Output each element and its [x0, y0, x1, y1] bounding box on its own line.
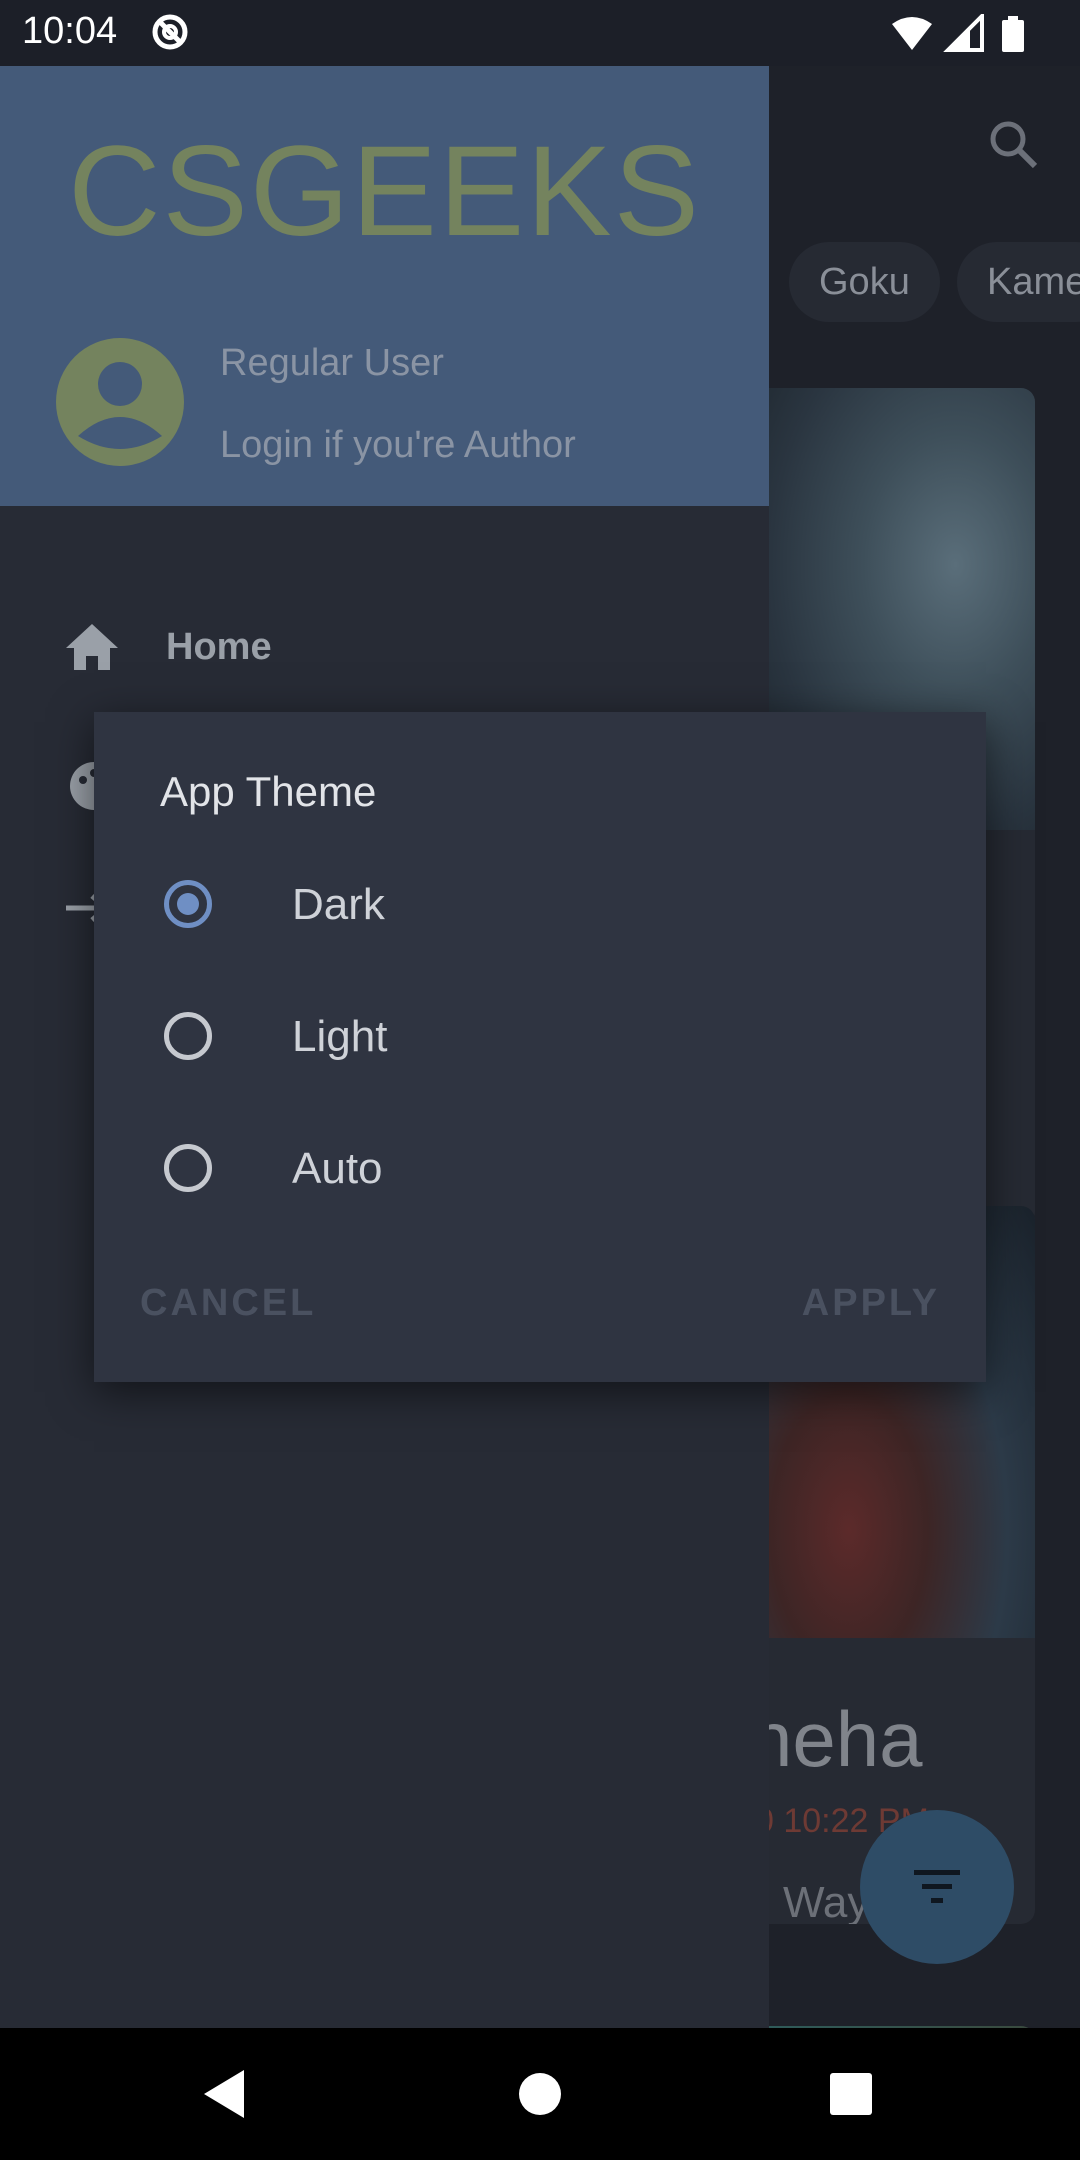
option-label: Auto: [292, 1144, 383, 1193]
search-icon[interactable]: [987, 118, 1039, 175]
filter-button[interactable]: [860, 1810, 1014, 1964]
home-icon: [64, 622, 120, 677]
status-bar: 10:04: [0, 0, 1080, 66]
status-time: 10:04: [22, 10, 118, 52]
back-icon[interactable]: [200, 2068, 248, 2125]
option-label: Dark: [292, 880, 385, 929]
drawer-item-home[interactable]: Home: [0, 596, 769, 696]
system-icons: [890, 11, 1058, 59]
wifi-icon: [892, 17, 932, 50]
account-circle-icon: [56, 338, 184, 466]
filter-icon: [914, 1870, 960, 1903]
dialog-title: App Theme: [160, 768, 377, 815]
app-brand: CSGEEKS: [68, 120, 701, 263]
drawer-header: CSGEEKS Regular User Login if you're Aut…: [0, 66, 769, 506]
chip-goku[interactable]: Goku: [789, 242, 940, 322]
option-label: Light: [292, 1012, 388, 1061]
post-subtitle: Way: [783, 1878, 870, 1924]
radio-button-checked[interactable]: [164, 880, 212, 928]
radio-button[interactable]: [164, 1144, 212, 1192]
login-link[interactable]: Login if you're Author: [220, 424, 576, 467]
avatar: [56, 338, 184, 466]
post-title: neha: [769, 1695, 923, 1783]
cancel-button[interactable]: CANCEL: [140, 1282, 316, 1325]
theme-option-dark[interactable]: Dark: [94, 842, 986, 974]
app-theme-dialog: App Theme Dark Light Auto CANCEL APPLY: [94, 712, 986, 1382]
system-navigation-bar: [0, 2028, 1080, 2160]
apply-button[interactable]: APPLY: [802, 1282, 940, 1325]
chip-kame[interactable]: Kame: [957, 242, 1080, 322]
drawer-item-label: Home: [166, 626, 272, 668]
battery-icon: [1002, 16, 1024, 52]
signal-icon: [943, 11, 984, 52]
user-name: Regular User: [220, 342, 444, 384]
home-nav-icon[interactable]: [518, 2068, 562, 2125]
radio-button[interactable]: [164, 1012, 212, 1060]
theme-option-light[interactable]: Light: [94, 974, 986, 1106]
notification-icon: [150, 12, 190, 57]
theme-option-auto[interactable]: Auto: [94, 1106, 986, 1238]
recents-icon[interactable]: [828, 2068, 874, 2125]
